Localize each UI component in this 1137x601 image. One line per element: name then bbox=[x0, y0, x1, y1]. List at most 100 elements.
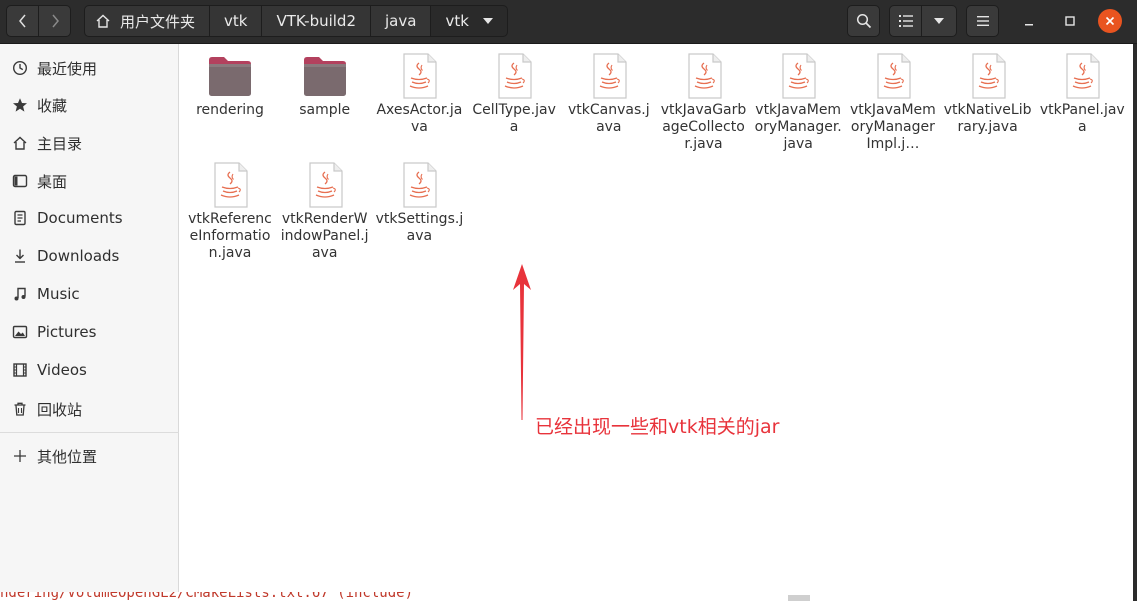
picture-icon bbox=[10, 322, 30, 342]
file-item[interactable]: vtkJavaMemoryManager.java bbox=[752, 52, 844, 153]
download-icon bbox=[10, 246, 30, 266]
sidebar-item-label: 收藏 bbox=[37, 96, 68, 115]
file-name-label: rendering bbox=[196, 102, 264, 118]
folder-item[interactable]: rendering bbox=[184, 52, 276, 119]
sidebar-item-other-locations[interactable]: 其他位置 bbox=[0, 438, 179, 474]
list-view-button[interactable] bbox=[889, 5, 922, 37]
sidebar-item-downloads[interactable]: Downloads bbox=[0, 238, 179, 274]
file-item[interactable]: vtkJavaMemoryManagerImpl.j… bbox=[847, 52, 939, 153]
file-item[interactable]: vtkNativeLibrary.java bbox=[942, 52, 1034, 136]
sidebar-item-label: 桌面 bbox=[37, 172, 68, 191]
music-icon bbox=[10, 284, 30, 304]
scrollbar-handle[interactable] bbox=[788, 595, 810, 601]
java-file-icon bbox=[490, 52, 538, 100]
java-file-icon bbox=[774, 52, 822, 100]
sidebar: 最近使用 收藏 主目录 桌面 Documents Downloads Music… bbox=[0, 44, 179, 601]
java-file-icon bbox=[1058, 52, 1106, 100]
view-options-dropdown[interactable] bbox=[921, 5, 957, 37]
java-file-icon bbox=[395, 52, 443, 100]
java-file-icon bbox=[301, 161, 349, 209]
breadcrumb-label: vtk bbox=[445, 12, 469, 30]
close-button[interactable] bbox=[1098, 9, 1122, 33]
sidebar-item-label: 最近使用 bbox=[37, 59, 98, 78]
file-name-label: vtkJavaMemoryManager.java bbox=[754, 102, 842, 152]
file-item[interactable]: vtkRenderWindowPanel.java bbox=[279, 161, 371, 262]
document-icon bbox=[10, 208, 30, 228]
search-button[interactable] bbox=[847, 5, 880, 37]
trash-icon bbox=[10, 399, 30, 419]
menu-button[interactable] bbox=[966, 5, 999, 37]
file-name-label: vtkJavaMemoryManagerImpl.j… bbox=[849, 102, 936, 152]
breadcrumb-home[interactable]: 用户文件夹 bbox=[84, 5, 211, 37]
file-item[interactable]: AxesActor.java bbox=[373, 52, 465, 136]
sidebar-item-trash[interactable]: 回收站 bbox=[0, 391, 179, 427]
sidebar-item-desktop[interactable]: 桌面 bbox=[0, 163, 179, 199]
back-button[interactable] bbox=[6, 5, 39, 37]
file-name-label: vtkNativeLibrary.java bbox=[943, 102, 1032, 135]
forward-button[interactable] bbox=[38, 5, 71, 37]
breadcrumb-vtk[interactable]: vtk bbox=[209, 5, 263, 37]
plus-icon bbox=[10, 446, 30, 466]
home-icon bbox=[95, 13, 111, 29]
sidebar-item-label: Music bbox=[37, 285, 80, 303]
star-icon bbox=[10, 95, 30, 115]
terminal-text: ndering/VolumeOpenGL2/CMakeLists.txt:67 … bbox=[0, 592, 414, 601]
search-icon bbox=[856, 13, 871, 29]
home-icon bbox=[10, 133, 30, 153]
sidebar-item-label: Documents bbox=[37, 209, 123, 227]
sidebar-item-home[interactable]: 主目录 bbox=[0, 125, 179, 161]
sidebar-item-label: Downloads bbox=[37, 247, 120, 265]
minimize-icon bbox=[1025, 24, 1033, 26]
java-file-icon bbox=[395, 161, 443, 209]
folder-item[interactable]: sample bbox=[279, 52, 371, 119]
breadcrumb: 用户文件夹 vtk VTK-build2 java vtk bbox=[84, 5, 508, 37]
breadcrumb-java[interactable]: java bbox=[370, 5, 432, 37]
terminal-output: ndering/VolumeOpenGL2/CMakeLists.txt:67 … bbox=[0, 592, 810, 601]
file-name-label: vtkJavaGarbageCollector.java bbox=[660, 102, 747, 152]
dropdown-arrow-icon bbox=[934, 18, 944, 24]
sidebar-divider bbox=[0, 432, 179, 433]
desktop-icon bbox=[10, 171, 30, 191]
chevron-right-icon bbox=[51, 14, 59, 28]
sidebar-item-videos[interactable]: Videos bbox=[0, 352, 179, 388]
list-view-icon bbox=[898, 15, 913, 27]
folder-icon bbox=[206, 52, 254, 100]
java-file-icon bbox=[206, 161, 254, 209]
sidebar-item-documents[interactable]: Documents bbox=[0, 200, 179, 236]
annotation-arrow bbox=[513, 264, 531, 420]
sidebar-item-label: 主目录 bbox=[37, 134, 83, 153]
file-item[interactable]: vtkSettings.java bbox=[373, 161, 465, 245]
file-item[interactable]: CellType.java bbox=[468, 52, 560, 136]
file-item[interactable]: vtkCanvas.java bbox=[563, 52, 655, 136]
sidebar-item-starred[interactable]: 收藏 bbox=[0, 87, 179, 123]
file-item[interactable]: vtkReferenceInformation.java bbox=[184, 161, 276, 262]
clock-icon bbox=[10, 58, 30, 78]
close-icon bbox=[1105, 16, 1115, 26]
breadcrumb-label: 用户文件夹 bbox=[120, 12, 196, 31]
java-file-icon bbox=[585, 52, 633, 100]
breadcrumb-label: VTK-build2 bbox=[276, 12, 356, 30]
breadcrumb-current-vtk[interactable]: vtk bbox=[430, 5, 508, 37]
file-item[interactable]: vtkPanel.java bbox=[1036, 52, 1128, 136]
background-window-edge bbox=[1133, 44, 1137, 601]
file-name-label: AxesActor.java bbox=[376, 102, 463, 135]
sidebar-item-label: 回收站 bbox=[37, 400, 83, 419]
file-item[interactable]: vtkJavaGarbageCollector.java bbox=[658, 52, 750, 153]
sidebar-item-recent[interactable]: 最近使用 bbox=[0, 50, 179, 86]
sidebar-item-pictures[interactable]: Pictures bbox=[0, 314, 179, 350]
file-view: rendering sample AxesActor.java CellType.ja… bbox=[180, 44, 1137, 601]
java-file-icon bbox=[964, 52, 1012, 100]
sidebar-item-label: Pictures bbox=[37, 323, 97, 341]
minimize-button[interactable] bbox=[1017, 9, 1041, 33]
java-file-icon bbox=[869, 52, 917, 100]
file-name-label: vtkCanvas.java bbox=[567, 102, 650, 135]
header-bar: 用户文件夹 vtk VTK-build2 java vtk bbox=[0, 0, 1137, 44]
sidebar-item-music[interactable]: Music bbox=[0, 276, 179, 312]
file-name-label: vtkRenderWindowPanel.java bbox=[280, 211, 369, 261]
breadcrumb-vtk-build2[interactable]: VTK-build2 bbox=[261, 5, 371, 37]
maximize-button[interactable] bbox=[1058, 9, 1082, 33]
breadcrumb-label: vtk bbox=[224, 12, 248, 30]
sidebar-item-label: Videos bbox=[37, 361, 87, 379]
maximize-icon bbox=[1065, 16, 1075, 26]
file-name-label: vtkSettings.java bbox=[375, 211, 464, 244]
